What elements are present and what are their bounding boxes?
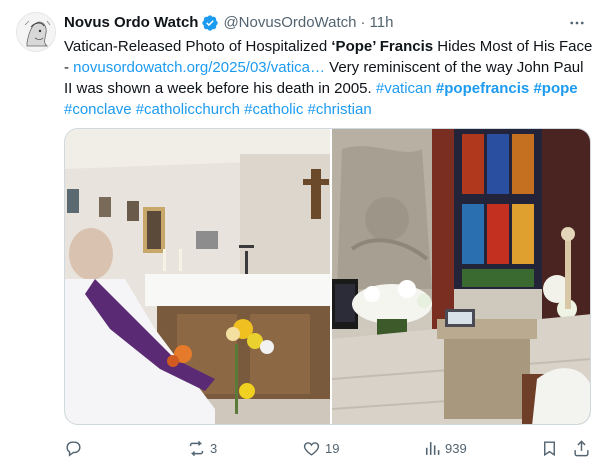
- timestamp[interactable]: 11h: [370, 13, 394, 33]
- hashtag-vatican[interactable]: #vatican: [376, 80, 432, 97]
- avatar[interactable]: [16, 12, 56, 52]
- photo-chapel-interior[interactable]: [332, 129, 590, 424]
- author-handle[interactable]: @NovusOrdoWatch: [223, 13, 356, 33]
- share-button[interactable]: [572, 436, 591, 460]
- tweet[interactable]: Novus Ordo Watch @NovusOrdoWatch · 11h V…: [0, 0, 609, 469]
- more-options-icon[interactable]: [565, 11, 589, 35]
- hashtag-pope[interactable]: #pope: [533, 80, 577, 97]
- reply-button[interactable]: [64, 436, 87, 460]
- heart-icon: [303, 441, 320, 456]
- reply-icon: [66, 440, 81, 457]
- bookmark-button[interactable]: [540, 436, 559, 460]
- tweet-media: [64, 128, 591, 425]
- share-icon: [574, 439, 589, 456]
- views-button[interactable]: 939: [422, 436, 467, 460]
- separator-dot: ·: [360, 14, 366, 31]
- retweet-count: 3: [210, 440, 218, 456]
- hashtag-popefrancis[interactable]: #popefrancis: [436, 80, 529, 97]
- tweet-actions: 3 19 939: [64, 436, 594, 460]
- retweet-button[interactable]: 3: [187, 436, 217, 460]
- tweet-link[interactable]: novusordowatch.org/2025/03/vatica…: [73, 59, 325, 76]
- tweet-header: Novus Ordo Watch @NovusOrdoWatch · 11h: [64, 13, 593, 33]
- tweet-text: Vatican-Released Photo of Hospitalized ‘…: [64, 36, 594, 120]
- tweet-text-bold: ‘Pope’ Francis: [331, 38, 434, 55]
- hashtag-christian[interactable]: #christian: [308, 101, 372, 118]
- like-button[interactable]: 19: [302, 436, 339, 460]
- tweet-text-part: Vatican-Released Photo of Hospitalized: [64, 38, 332, 55]
- bookmark-icon: [544, 440, 555, 456]
- avatar-image: [17, 13, 55, 51]
- hashtag-conclave[interactable]: #conclave: [64, 101, 132, 118]
- author-name[interactable]: Novus Ordo Watch: [64, 13, 198, 33]
- photo-chapel-prayer[interactable]: [65, 129, 330, 424]
- hashtag-catholicchurch[interactable]: #catholicchurch: [136, 101, 240, 118]
- hashtag-catholic[interactable]: #catholic: [244, 101, 303, 118]
- like-count: 19: [325, 440, 340, 456]
- views-count: 939: [445, 440, 467, 456]
- verified-badge-icon: [202, 15, 219, 31]
- retweet-icon: [189, 440, 204, 456]
- views-icon: [425, 441, 440, 455]
